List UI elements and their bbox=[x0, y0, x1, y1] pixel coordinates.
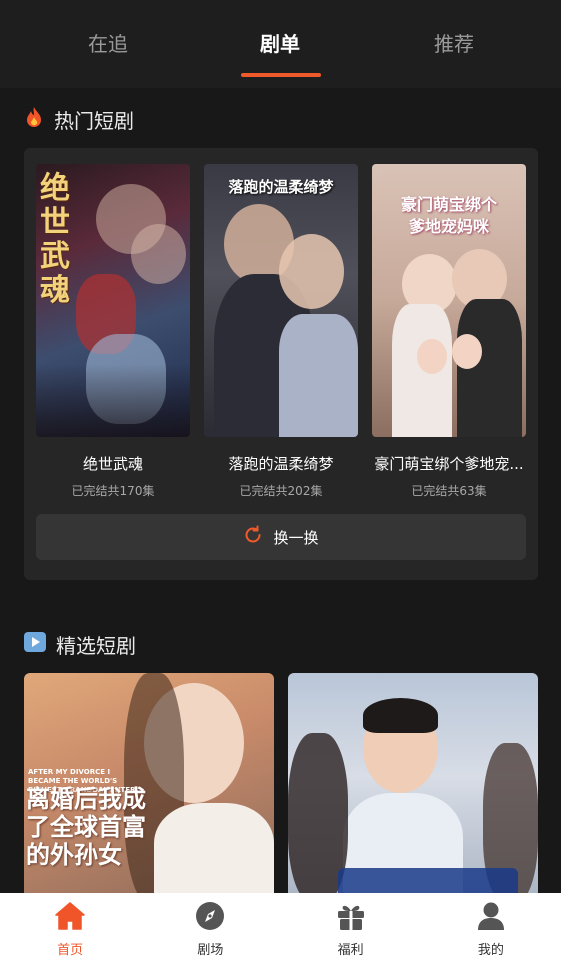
drama-title: 落跑的温柔绮梦 bbox=[228, 455, 334, 473]
nav-rewards[interactable]: 福利 bbox=[281, 893, 421, 964]
drama-title: 豪门萌宝绑个爹地宠... bbox=[374, 455, 524, 473]
poster-title-art: 豪门萌宝绑个爹地宠妈咪 bbox=[400, 195, 497, 236]
featured-drama-poster[interactable] bbox=[288, 673, 538, 903]
drama-poster[interactable]: 豪门萌宝绑个爹地宠妈咪 bbox=[372, 164, 526, 437]
nav-home[interactable]: 首页 bbox=[0, 893, 140, 964]
hot-drama-panel: 绝世武魂 绝世武魂 已完结共170集 落跑的温柔绮梦 落跑的温柔绮梦 已完结共2… bbox=[24, 148, 538, 580]
top-tab-bar: 在追 剧单 推荐 bbox=[0, 0, 561, 88]
nav-theater[interactable]: 剧场 bbox=[140, 893, 280, 964]
drama-poster[interactable]: 落跑的温柔绮梦 bbox=[204, 164, 358, 437]
featured-section-title: 精选短剧 bbox=[56, 633, 136, 658]
play-icon bbox=[24, 632, 46, 656]
drama-title: 绝世武魂 bbox=[82, 455, 143, 473]
gift-icon bbox=[335, 901, 367, 935]
poster-title-art: 离婚后我成了全球首富的外孙女 bbox=[26, 784, 146, 869]
drama-episode-status: 已完结共202集 bbox=[239, 484, 323, 498]
drama-episode-status: 已完结共170集 bbox=[71, 484, 155, 498]
drama-episode-status: 已完结共63集 bbox=[411, 484, 487, 498]
poster-title-art: 绝世武魂 bbox=[40, 171, 70, 308]
drama-card[interactable]: 落跑的温柔绮梦 落跑的温柔绮梦 已完结共202集 bbox=[204, 164, 358, 499]
nav-home-label: 首页 bbox=[57, 943, 84, 958]
refresh-label: 换一换 bbox=[273, 528, 319, 547]
fire-icon bbox=[24, 106, 44, 132]
refresh-button[interactable]: 换一换 bbox=[36, 514, 526, 560]
user-icon bbox=[475, 901, 507, 935]
hot-section-title: 热门短剧 bbox=[54, 108, 134, 133]
nav-profile[interactable]: 我的 bbox=[421, 893, 561, 964]
refresh-icon bbox=[243, 525, 263, 549]
hot-section-header: 热门短剧 bbox=[24, 104, 134, 134]
tab-playlist[interactable]: 剧单 bbox=[220, 28, 340, 57]
compass-icon bbox=[194, 901, 226, 935]
nav-profile-label: 我的 bbox=[477, 943, 504, 958]
nav-rewards-label: 福利 bbox=[337, 943, 364, 958]
poster-title-art: 落跑的温柔绮梦 bbox=[228, 178, 334, 196]
tab-following[interactable]: 在追 bbox=[48, 28, 168, 57]
featured-section-header: 精选短剧 bbox=[24, 629, 136, 659]
home-icon bbox=[54, 901, 86, 935]
bottom-nav-bar: 首页 剧场 福利 我的 bbox=[0, 893, 561, 964]
drama-card[interactable]: 豪门萌宝绑个爹地宠妈咪 豪门萌宝绑个爹地宠... 已完结共63集 bbox=[372, 164, 526, 499]
drama-card[interactable]: 绝世武魂 绝世武魂 已完结共170集 bbox=[36, 164, 190, 499]
tab-recommend[interactable]: 推荐 bbox=[394, 28, 514, 57]
drama-poster[interactable]: 绝世武魂 bbox=[36, 164, 190, 437]
active-tab-indicator bbox=[241, 73, 321, 77]
featured-drama-poster[interactable]: AFTER MY DIVORCE I BECAME THE WORLD'S RI… bbox=[24, 673, 274, 903]
nav-theater-label: 剧场 bbox=[197, 943, 224, 958]
